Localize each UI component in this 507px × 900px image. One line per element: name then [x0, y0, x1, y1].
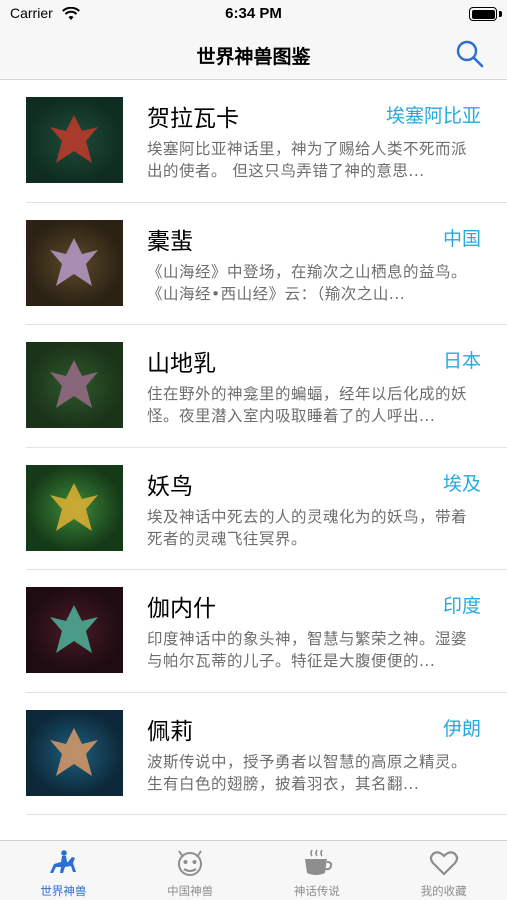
creature-image: [26, 464, 123, 551]
tab-chinese-creatures[interactable]: 中国神兽: [127, 841, 254, 900]
list-item[interactable]: 伽内什 印度 印度神话中的象头神，智慧与繁荣之神。湿婆与帕尔瓦蒂的儿子。特征是大…: [0, 570, 507, 693]
creature-region: 印度: [442, 595, 481, 617]
creature-description: 《山海经》中登场，在羭次之山栖息的益鸟。《山海经•西山经》云：（羭次之山...: [147, 262, 468, 303]
creature-name: 佩莉: [147, 718, 193, 745]
creature-name: 山地乳: [147, 351, 216, 377]
creature-name: 伽内什: [147, 596, 216, 622]
creature-image: [26, 97, 123, 183]
clock: 6:34 PM: [225, 5, 282, 22]
tab-favorites[interactable]: 我的收藏: [380, 841, 507, 900]
creature-description: 波斯传说中，授予勇者以智慧的高原之精灵。生有白色的翅膀，披着羽衣，其名翻...: [147, 752, 468, 793]
creature-name: 贺拉瓦卡: [147, 106, 239, 132]
tab-label: 世界神兽: [40, 884, 87, 898]
list-item[interactable]: 佩莉 伊朗 波斯传说中，授予勇者以智慧的高原之精灵。生有白色的翅膀，披着羽衣，其…: [0, 693, 507, 816]
creature-name: 妖鸟: [147, 473, 193, 500]
tab-label: 神话传说: [293, 884, 340, 898]
creature-description: 住在野外的神龛里的蝙蝠，经年以后化成的妖怪。夜里潜入室内吸取睡着了的人呼出...: [147, 385, 468, 425]
list-item[interactable]: 贺拉瓦卡 埃塞阿比亚 埃塞阿比亚神话里，神为了赐给人类不死而派出的使者。 但这只…: [0, 80, 507, 203]
battery-icon: [469, 7, 497, 21]
creature-region: 伊朗: [442, 717, 481, 740]
creature-description: 埃及神话中死去的人的灵魂化为的妖鸟，带着死者的灵魂飞往冥界。: [147, 507, 468, 548]
creature-description: 埃塞阿比亚神话里，神为了赐给人类不死而派出的使者。 但这只鸟弄错了神的意思...: [147, 140, 468, 180]
coffee-cup-icon: [300, 847, 334, 879]
creature-description: 印度神话中的象头神，智慧与繁荣之神。湿婆与帕尔瓦蒂的儿子。特征是大腹便便的...: [147, 630, 468, 670]
tab-world-creatures[interactable]: 世界神兽: [0, 841, 127, 900]
creature-name: 橐蜚: [147, 228, 193, 255]
list-item[interactable]: 山地乳 日本 住在野外的神龛里的蝙蝠，经年以后化成的妖怪。夜里潜入室内吸取睡着了…: [0, 325, 507, 448]
creature-region: 埃及: [442, 472, 481, 495]
navigation-bar: 世界神兽图鉴: [0, 30, 507, 80]
creature-image: [26, 219, 123, 306]
creature-region: 中国: [442, 227, 481, 250]
dragon-face-icon: [173, 847, 207, 879]
creature-list[interactable]: 贺拉瓦卡 埃塞阿比亚 埃塞阿比亚神话里，神为了赐给人类不死而派出的使者。 但这只…: [0, 80, 507, 840]
list-item[interactable]: 橐蜚 中国 《山海经》中登场，在羭次之山栖息的益鸟。《山海经•西山经》云：（羭次…: [0, 203, 507, 326]
status-bar: Carrier 6:34 PM: [0, 0, 507, 30]
tab-label: 我的收藏: [420, 884, 467, 898]
creature-image: [26, 587, 123, 673]
creature-image: [26, 709, 123, 796]
horse-rider-icon: [46, 847, 80, 879]
tab-bar: 世界神兽 中国神兽 神话传说 我的收藏: [0, 840, 507, 900]
list-item[interactable]: 妖鸟 埃及 埃及神话中死去的人的灵魂化为的妖鸟，带着死者的灵魂飞往冥界。: [0, 448, 507, 571]
heart-icon: [427, 847, 461, 879]
creature-region: 埃塞阿比亚: [385, 105, 481, 127]
battery-tip: [499, 11, 502, 17]
tab-myths-legends[interactable]: 神话传说: [254, 841, 381, 900]
creature-image: [26, 342, 123, 428]
creature-region: 日本: [442, 350, 481, 372]
tab-label: 中国神兽: [167, 884, 214, 898]
page-title: 世界神兽图鉴: [196, 46, 311, 68]
search-icon[interactable]: [455, 39, 485, 69]
